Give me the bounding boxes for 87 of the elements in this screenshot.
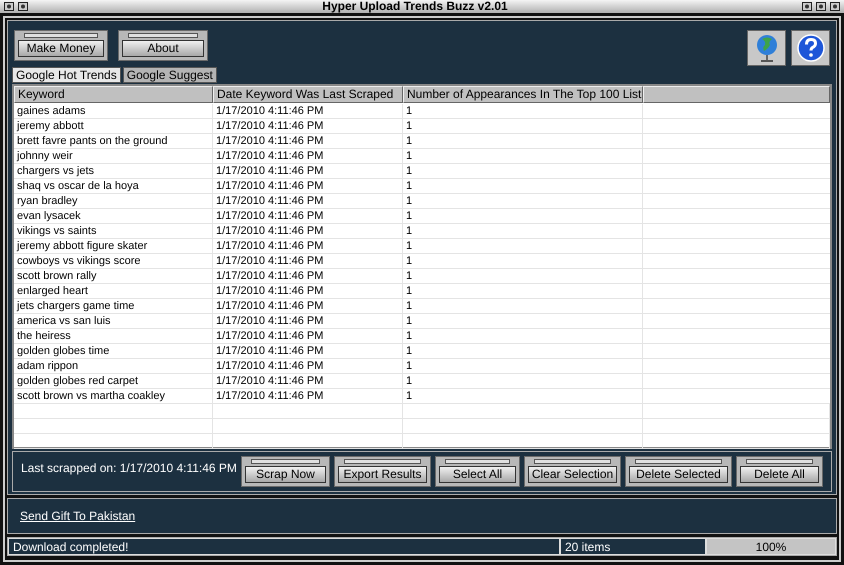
table-cell: 1 <box>403 344 643 359</box>
table-cell: 1/17/2010 4:11:46 PM <box>213 389 403 404</box>
table-cell: scott brown vs martha coakley <box>14 389 213 404</box>
tab[interactable]: Google Hot Trends <box>12 67 121 83</box>
table-cell: 1/17/2010 4:11:46 PM <box>213 179 403 194</box>
table-cell: jeremy abbott figure skater <box>14 239 213 254</box>
window-control-icon[interactable] <box>830 2 840 11</box>
table-cell: 1/17/2010 4:11:46 PM <box>213 329 403 344</box>
table-cell: 1/17/2010 4:11:46 PM <box>213 194 403 209</box>
table-cell: 1 <box>403 239 643 254</box>
table-cell: 1 <box>403 389 643 404</box>
table-cell: 1/17/2010 4:11:46 PM <box>213 209 403 224</box>
table-cell: 1/17/2010 4:11:46 PM <box>213 119 403 134</box>
table-cell: adam rippon <box>14 359 213 374</box>
table-cell: 1 <box>403 254 643 269</box>
column-header[interactable]: Date Keyword Was Last Scraped <box>213 86 403 103</box>
action-button[interactable]: Scrap Now <box>245 466 326 483</box>
table-cell: 1/17/2010 4:11:46 PM <box>213 149 403 164</box>
globe-button[interactable] <box>747 30 786 66</box>
help-button[interactable] <box>791 30 830 66</box>
gift-link[interactable]: Send Gift To Pakistan <box>20 507 136 525</box>
table-cell: 1 <box>403 209 643 224</box>
table-cell: 1 <box>403 164 643 179</box>
table-cell: scott brown rally <box>14 269 213 284</box>
table-cell: 1/17/2010 4:11:46 PM <box>213 104 403 119</box>
table-cell: 1/17/2010 4:11:46 PM <box>213 314 403 329</box>
table-cell: shaq vs oscar de la hoya <box>14 179 213 194</box>
window-title: Hyper Upload Trends Buzz v2.01 <box>321 0 509 13</box>
last-scraped-text: Last scrapped on: 1/17/2010 4:11:46 PM <box>21 460 237 477</box>
progress-reading: 100% <box>754 539 788 554</box>
table-cell: 1/17/2010 4:11:46 PM <box>213 224 403 239</box>
window-control-icon[interactable] <box>4 2 14 11</box>
action-button[interactable]: Make Money <box>18 40 104 57</box>
action-button[interactable]: Export Results <box>338 466 427 483</box>
table-cell: 1 <box>403 119 643 134</box>
table-cell: the heiress <box>14 329 213 344</box>
table-cell: johnny weir <box>14 149 213 164</box>
table-cell: cowboys vs vikings score <box>14 254 213 269</box>
table-cell: brett favre pants on the ground <box>14 134 213 149</box>
window-control-icon[interactable] <box>802 2 812 11</box>
window-control-icon[interactable] <box>18 2 28 11</box>
table-cell: 1 <box>403 104 643 119</box>
table-cell: 1 <box>403 179 643 194</box>
table-cell: jeremy abbott <box>14 119 213 134</box>
table-cell: 1 <box>403 314 643 329</box>
action-button[interactable]: Clear Selection <box>528 466 617 483</box>
table-cell: 1/17/2010 4:11:46 PM <box>213 134 403 149</box>
table-cell: ryan bradley <box>14 194 213 209</box>
table-cell: 1 <box>403 284 643 299</box>
column-header[interactable]: Keyword <box>14 86 213 103</box>
table-cell: 1/17/2010 4:11:46 PM <box>213 374 403 389</box>
table-cell: evan lysacek <box>14 209 213 224</box>
item-count: 20 items <box>561 539 705 554</box>
table-cell: 1/17/2010 4:11:46 PM <box>213 254 403 269</box>
table-cell: 1 <box>403 359 643 374</box>
table-cell: 1/17/2010 4:11:46 PM <box>213 239 403 254</box>
action-button[interactable]: Delete All <box>740 466 819 483</box>
table-cell: gaines adams <box>14 104 213 119</box>
table-cell: vikings vs saints <box>14 224 213 239</box>
table-cell: 1/17/2010 4:11:46 PM <box>213 359 403 374</box>
table-cell: america vs san luis <box>14 314 213 329</box>
table-cell: golden globes red carpet <box>14 374 213 389</box>
table-cell: chargers vs jets <box>14 164 213 179</box>
table-cell: enlarged heart <box>14 284 213 299</box>
help-icon <box>796 34 824 62</box>
tab[interactable]: Google Suggest <box>122 67 217 83</box>
table-cell: 1 <box>403 299 643 314</box>
table-cell: 1 <box>403 374 643 389</box>
table-cell: 1 <box>403 194 643 209</box>
table-cell: 1 <box>403 134 643 149</box>
table-cell: 1 <box>403 329 643 344</box>
column-header[interactable]: Number of Appearances In The Top 100 List <box>403 86 643 103</box>
window-control-icon[interactable] <box>816 2 826 11</box>
action-button[interactable]: Delete Selected <box>629 466 728 483</box>
table-cell: jets chargers game time <box>14 299 213 314</box>
action-button[interactable]: Select All <box>439 466 516 483</box>
table-cell: 1/17/2010 4:11:46 PM <box>213 269 403 284</box>
table-cell: golden globes time <box>14 344 213 359</box>
action-button[interactable]: About <box>122 40 204 57</box>
table-cell: 1 <box>403 224 643 239</box>
table-cell: 1 <box>403 269 643 284</box>
table-cell: 1/17/2010 4:11:46 PM <box>213 344 403 359</box>
table-cell: 1/17/2010 4:11:46 PM <box>213 164 403 179</box>
table-cell: 1/17/2010 4:11:46 PM <box>213 284 403 299</box>
table-cell: 1 <box>403 149 643 164</box>
table-cell: 1/17/2010 4:11:46 PM <box>213 299 403 314</box>
status-message: Download completed! <box>9 539 559 554</box>
